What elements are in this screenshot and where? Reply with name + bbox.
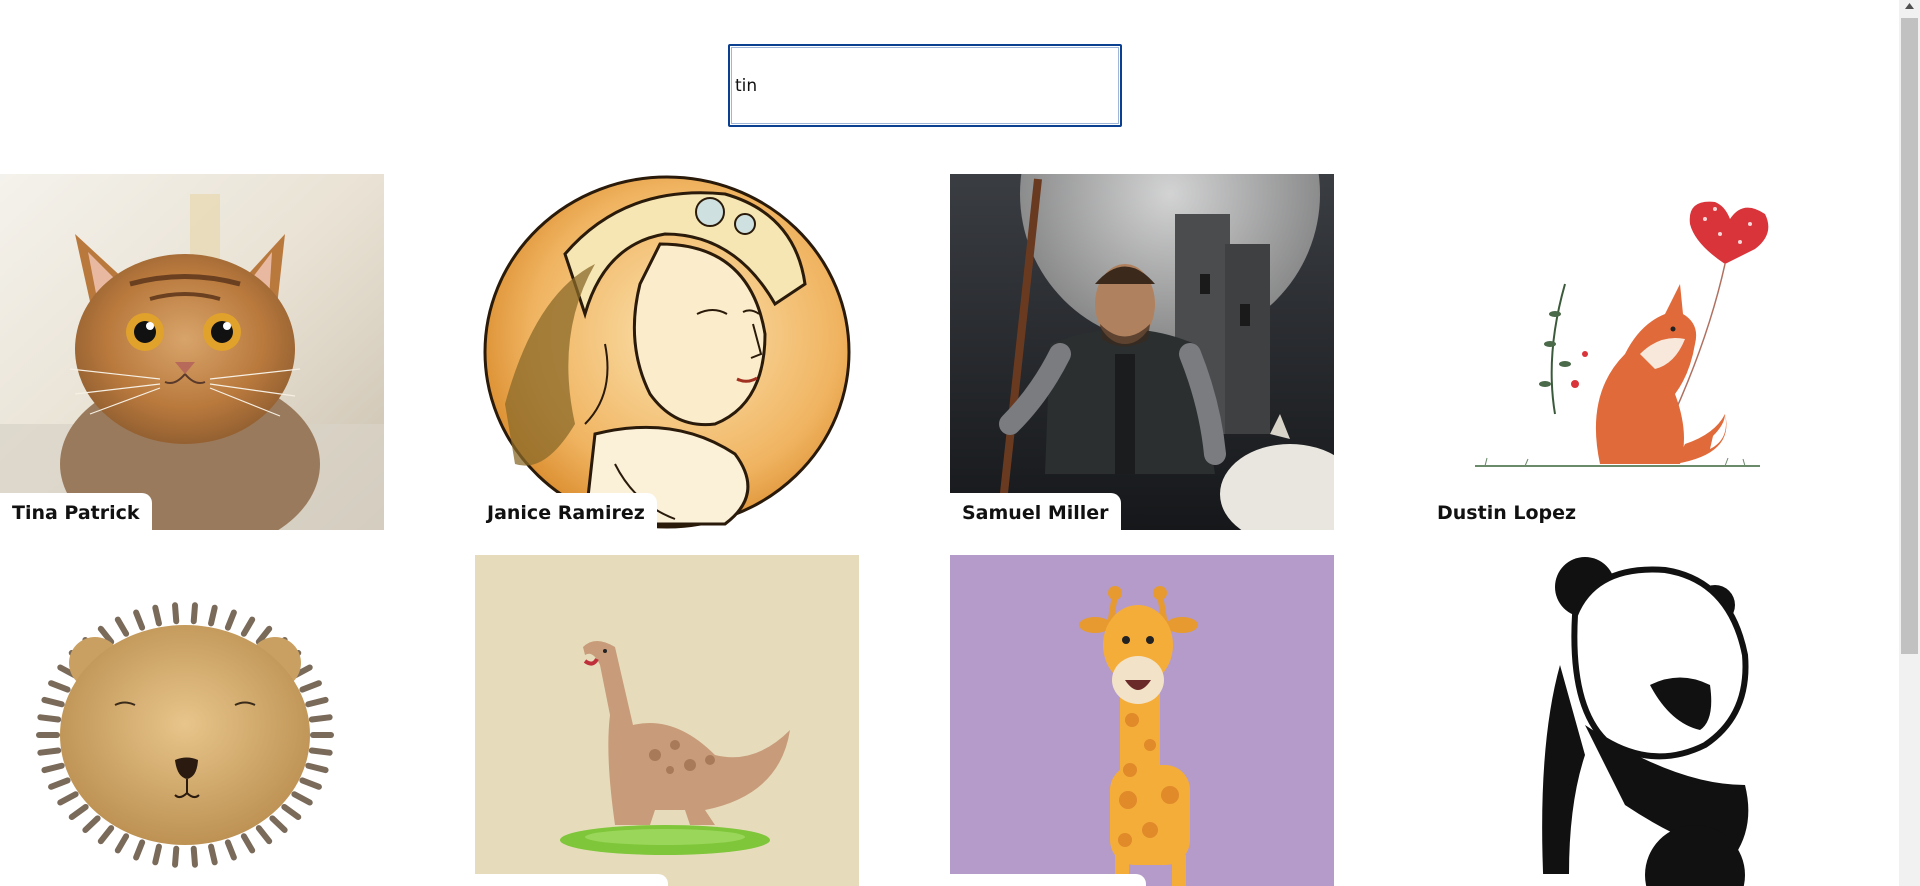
search-input[interactable] — [728, 44, 1122, 127]
card-name: Paula Flores — [0, 874, 156, 886]
card-name: Austin Mcintyre — [475, 874, 669, 886]
cartoon-dinosaur-illustration — [475, 555, 859, 886]
profile-card-janice-ramirez[interactable]: Janice Ramirez — [475, 174, 859, 530]
profile-card-paula-flores[interactable]: Paula Flores — [0, 555, 384, 886]
profile-card-jeremy-farmer[interactable]: Jeremy Farmer — [1425, 555, 1809, 886]
profile-card-dustin-lopez[interactable]: Dustin Lopez — [1425, 174, 1809, 530]
vertical-scrollbar[interactable] — [1899, 0, 1920, 886]
card-name: Samuel Miller — [950, 493, 1121, 530]
scroll-up-arrow-icon[interactable] — [1899, 0, 1920, 17]
profile-card-tina-patrick[interactable]: Tina Patrick — [0, 174, 384, 530]
page: Tina Patrick Janice Ramirez — [0, 0, 1899, 886]
kitten-photo — [0, 174, 384, 530]
card-name: Jeremy Farmer — [1425, 874, 1607, 886]
watercolor-lion-illustration — [0, 555, 384, 886]
scrollbar-thumb[interactable] — [1901, 18, 1918, 654]
card-name: Rachael Moreno — [950, 874, 1146, 886]
panda-silhouette-illustration — [1425, 555, 1809, 886]
card-name: Tina Patrick — [0, 493, 152, 530]
card-name: Janice Ramirez — [475, 493, 657, 530]
search-container — [728, 44, 1122, 127]
art-nouveau-illustration — [475, 174, 859, 530]
profile-card-samuel-miller[interactable]: Samuel Miller — [950, 174, 1334, 530]
profile-card-austin-mcintyre[interactable]: Austin Mcintyre — [475, 555, 859, 886]
fox-balloon-illustration — [1425, 174, 1809, 530]
profile-card-rachael-moreno[interactable]: Rachael Moreno — [950, 555, 1334, 886]
warrior-castle-photo — [950, 174, 1334, 530]
card-name: Dustin Lopez — [1425, 493, 1589, 530]
cartoon-giraffe-illustration — [950, 555, 1334, 886]
